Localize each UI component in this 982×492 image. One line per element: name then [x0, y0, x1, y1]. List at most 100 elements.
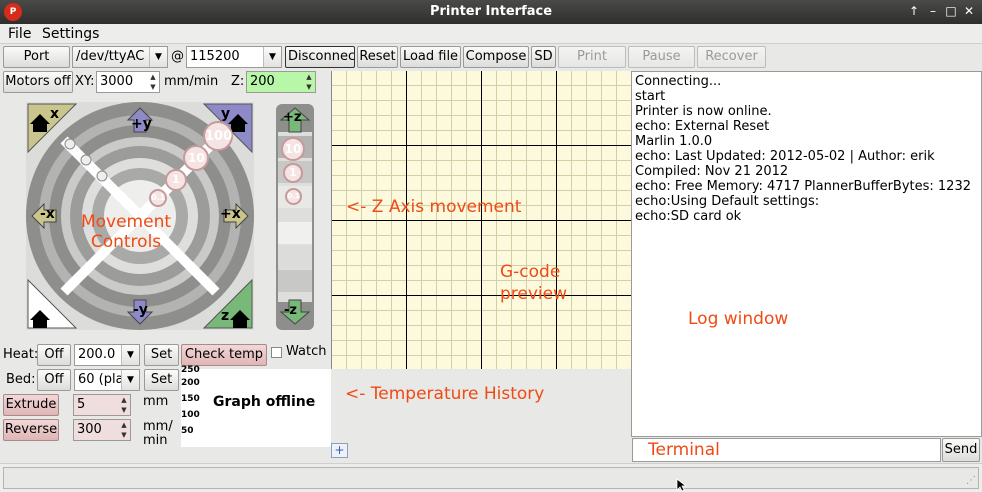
graph-offline-label: Graph offline: [213, 394, 316, 410]
disconnect-button[interactable]: Disconnect: [285, 46, 355, 68]
resize-grip-icon[interactable]: ⋰: [966, 476, 976, 486]
watch-checkbox[interactable]: [271, 347, 282, 358]
print-button[interactable]: Print: [558, 46, 626, 68]
step-label-100: 100: [205, 129, 233, 144]
extrude-button[interactable]: Extrude: [3, 394, 59, 416]
bed-label: Bed:: [6, 372, 36, 387]
gcode-preview[interactable]: [331, 71, 631, 369]
minimize-icon[interactable]: –: [925, 3, 941, 19]
movement-controls-annotation: Movement Controls: [80, 212, 172, 252]
terminal-annotation: Terminal: [648, 440, 720, 460]
heat-off-button[interactable]: Off: [37, 344, 71, 366]
z-step-slot[interactable]: [278, 246, 312, 268]
status-bar: ⋰: [0, 463, 982, 492]
gcode-annotation-line1: G-code: [500, 262, 561, 282]
heat-set-button[interactable]: Set: [144, 344, 179, 366]
reset-button[interactable]: Reset: [357, 46, 398, 68]
step-label-0.1: 0.1: [151, 193, 166, 202]
heat-label: Heat:: [3, 347, 39, 362]
mouse-cursor-icon: [676, 478, 688, 492]
reverse-button[interactable]: Reverse: [3, 419, 59, 441]
spin-down-icon[interactable]: ▼: [118, 430, 130, 440]
minus-y-label: -y: [133, 302, 148, 318]
log-line: Connecting...: [635, 74, 722, 89]
z-step-slot[interactable]: [278, 222, 312, 244]
window-title: Printer Interface: [429, 4, 553, 19]
spin-up-icon[interactable]: ▲: [147, 72, 159, 82]
graph-tick-50: 50: [181, 426, 194, 436]
z-step-badge-1[interactable]: 1: [283, 163, 303, 183]
graph-tick-100: 100: [181, 410, 200, 420]
spin-down-icon[interactable]: ▼: [147, 82, 159, 92]
log-line: echo: Last Updated: 2012-05-02 | Author:…: [635, 149, 935, 164]
xy-feedrate-input[interactable]: 3000 ▲ ▼: [96, 71, 160, 93]
title-bar: P Printer Interface ↑ – □ ✕: [0, 0, 982, 24]
home-z-label: z: [221, 308, 230, 324]
chevron-down-icon[interactable]: ▼: [263, 47, 281, 67]
check-temp-button[interactable]: Check temp: [181, 344, 267, 366]
port-button[interactable]: Port: [3, 46, 70, 68]
graph-tick-250: 250: [181, 365, 200, 375]
step-label-1: 1: [172, 173, 180, 186]
graph-tick-200: 200: [181, 378, 200, 388]
status-field: [3, 467, 979, 489]
chevron-down-icon[interactable]: ▼: [149, 47, 167, 67]
heat-temp-value: 200.0: [78, 347, 116, 362]
z-step-badge-10[interactable]: 10: [281, 137, 305, 161]
plus-y-label: +y: [131, 116, 152, 132]
spin-down-icon[interactable]: ▼: [303, 82, 315, 92]
temperature-history-annotation: <- Temperature History: [345, 384, 545, 404]
xy-unit-label: mm/min: [164, 74, 219, 89]
port-select[interactable]: /dev/ttyAC ▼: [72, 46, 168, 68]
graph-tick-150: 150: [181, 394, 200, 404]
bed-temp-select[interactable]: 60 (pla) ▼: [74, 369, 140, 391]
log-window[interactable]: Connecting... start Printer is now onlin…: [631, 71, 982, 437]
send-button[interactable]: Send: [942, 438, 980, 462]
baud-select[interactable]: 115200 ▼: [186, 46, 282, 68]
spin-up-icon[interactable]: ▲: [303, 72, 315, 82]
log-line: Marlin 1.0.0: [635, 134, 713, 149]
compose-button[interactable]: Compose: [463, 46, 529, 68]
spin-up-icon[interactable]: ▲: [118, 420, 130, 430]
menu-settings[interactable]: Settings: [42, 26, 99, 42]
maximize-icon[interactable]: □: [943, 3, 959, 19]
recover-button[interactable]: Recover: [697, 46, 766, 68]
load-file-button[interactable]: Load file: [400, 46, 461, 68]
z-axis-annotation: <- Z Axis movement: [346, 197, 522, 217]
baud-select-value: 115200: [190, 49, 240, 64]
home-y-label: y: [221, 106, 231, 122]
log-line: echo: Free Memory: 4717 PlannerBufferByt…: [635, 179, 971, 194]
menu-file[interactable]: File: [8, 26, 31, 42]
add-icon[interactable]: +: [331, 443, 348, 458]
minus-x-label: -x: [40, 206, 55, 222]
chevron-down-icon[interactable]: ▼: [121, 345, 139, 365]
spin-down-icon[interactable]: ▼: [118, 405, 130, 415]
chevron-down-icon[interactable]: ▼: [121, 370, 139, 390]
z-feedrate-value: 200: [250, 74, 275, 89]
close-icon[interactable]: ✕: [961, 3, 977, 19]
bed-set-button[interactable]: Set: [144, 369, 179, 391]
heat-temp-select[interactable]: 200.0 ▼: [74, 344, 140, 366]
z-feedrate-input[interactable]: 200 ▲ ▼: [246, 71, 316, 93]
at-label: @: [171, 49, 184, 64]
sd-button[interactable]: SD: [531, 46, 556, 68]
z-step-slot[interactable]: [278, 270, 312, 292]
spin-up-icon[interactable]: ▲: [118, 395, 130, 405]
keep-above-icon[interactable]: ↑: [906, 3, 922, 19]
z-step-badge-0.1[interactable]: 0.1: [285, 188, 302, 205]
log-line: echo: External Reset: [635, 119, 770, 134]
extrude-amount-input[interactable]: 5 ▲ ▼: [73, 394, 131, 416]
pause-button[interactable]: Pause: [628, 46, 695, 68]
bed-off-button[interactable]: Off: [37, 369, 71, 391]
temperature-graph: 250 200 150 100 50 Graph offline: [181, 365, 331, 447]
log-line: Printer is now online.: [635, 104, 772, 119]
watch-label: Watch: [286, 344, 327, 359]
log-line: echo:SD card ok: [635, 209, 742, 224]
gcode-annotation-line2: preview: [500, 284, 568, 304]
z-up-label: +z: [283, 110, 302, 125]
extrude-rate-input[interactable]: 300 ▲ ▼: [73, 419, 131, 441]
extrude-rate-value: 300: [77, 422, 102, 437]
extrude-amount-value: 5: [77, 397, 86, 412]
motors-off-button[interactable]: Motors off: [3, 71, 73, 93]
extrude-mm-label: mm: [143, 394, 169, 409]
